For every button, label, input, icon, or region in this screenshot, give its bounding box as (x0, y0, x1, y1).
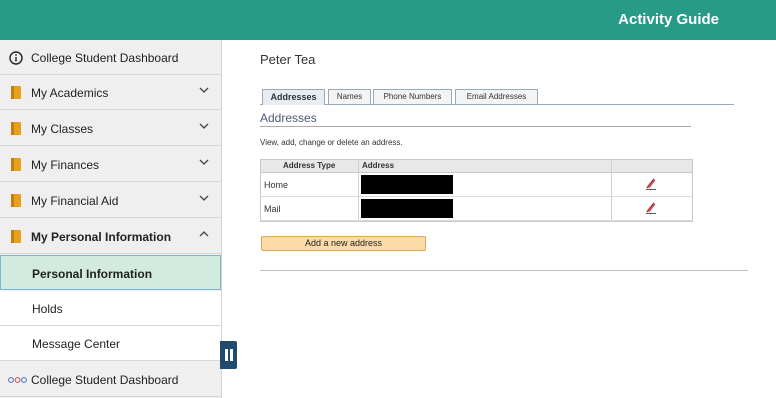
table-row: Home (261, 173, 692, 197)
content-divider (260, 270, 748, 271)
grid-header-row: Address Type Address (261, 160, 692, 173)
sidebar-item-label: Message Center (32, 337, 121, 351)
addresses-grid: Address Type Address Home Mail (260, 159, 693, 222)
sidebar-item-label: My Financial Aid (31, 194, 119, 208)
section-title: Addresses (260, 111, 317, 125)
column-divider (358, 173, 359, 196)
chevron-down-icon[interactable] (198, 156, 210, 168)
app-dots-icon (8, 377, 27, 383)
address-type-cell: Home (264, 180, 289, 190)
sidebar-item-label: Personal Information (32, 267, 153, 281)
column-divider (611, 160, 612, 172)
tab-bar: Addresses Names Phone Numbers Email Addr… (260, 89, 734, 105)
table-row: Mail (261, 197, 692, 221)
book-icon (11, 158, 21, 171)
book-icon (11, 194, 21, 207)
user-name: Peter Tea (260, 52, 316, 67)
edit-pencil-icon[interactable] (644, 201, 658, 215)
sidebar-item-label: My Classes (31, 122, 94, 136)
sidebar-item-college-student-dashboard[interactable]: College Student Dashboard (0, 40, 221, 75)
chevron-up-icon[interactable] (198, 228, 210, 240)
sidebar-item-label: My Finances (31, 158, 100, 172)
tab-names[interactable]: Names (328, 89, 371, 104)
tab-phone-numbers[interactable]: Phone Numbers (373, 89, 452, 104)
sidebar-item-label: Holds (32, 302, 63, 316)
chevron-down-icon[interactable] (198, 120, 210, 132)
sidebar-item-my-personal-information[interactable]: My Personal Information (0, 219, 221, 254)
sidebar-item-label: College Student Dashboard (31, 51, 179, 65)
sidebar-item-label: My Academics (31, 86, 109, 100)
section-divider (260, 126, 691, 127)
book-icon (11, 122, 21, 135)
column-header-address-type: Address Type (283, 161, 336, 170)
book-icon (11, 230, 21, 243)
sidebar-item-college-student-dashboard-app[interactable]: College Student Dashboard (0, 362, 221, 397)
sidebar-item-holds[interactable]: Holds (0, 291, 221, 326)
sidebar-nav: College Student Dashboard My Academics M… (0, 40, 222, 398)
header-title: Activity Guide (618, 11, 719, 28)
activity-guide-header: Activity Guide (0, 0, 776, 40)
pause-bar-icon (225, 349, 228, 361)
tab-addresses[interactable]: Addresses (262, 89, 325, 105)
sidebar-item-personal-information[interactable]: Personal Information (0, 255, 221, 290)
column-divider (611, 173, 612, 196)
column-header-address: Address (362, 161, 395, 170)
chevron-down-icon[interactable] (198, 192, 210, 204)
tab-email-addresses[interactable]: Email Addresses (455, 89, 538, 104)
sidebar-item-my-classes[interactable]: My Classes (0, 111, 221, 146)
sidebar-item-label: My Personal Information (31, 230, 172, 244)
collapse-sidebar-handle[interactable] (220, 341, 237, 369)
edit-pencil-icon[interactable] (644, 177, 658, 191)
sidebar-item-my-finances[interactable]: My Finances (0, 147, 221, 182)
chevron-down-icon[interactable] (198, 84, 210, 96)
column-divider (358, 160, 359, 172)
column-divider (358, 197, 359, 220)
column-divider (611, 197, 612, 220)
redacted-address-cell (361, 175, 453, 194)
pause-bar-icon (230, 349, 233, 361)
info-circle-icon (9, 51, 23, 65)
instructions-text: View, add, change or delete an address. (260, 138, 403, 147)
book-icon (11, 86, 21, 99)
address-type-cell: Mail (264, 204, 281, 214)
add-new-address-button[interactable]: Add a new address (261, 236, 426, 251)
sidebar-item-my-financial-aid[interactable]: My Financial Aid (0, 183, 221, 218)
sidebar-item-my-academics[interactable]: My Academics (0, 75, 221, 110)
redacted-address-cell (361, 199, 453, 218)
sidebar-item-message-center[interactable]: Message Center (0, 326, 221, 361)
sidebar-item-label: College Student Dashboard (31, 373, 179, 387)
